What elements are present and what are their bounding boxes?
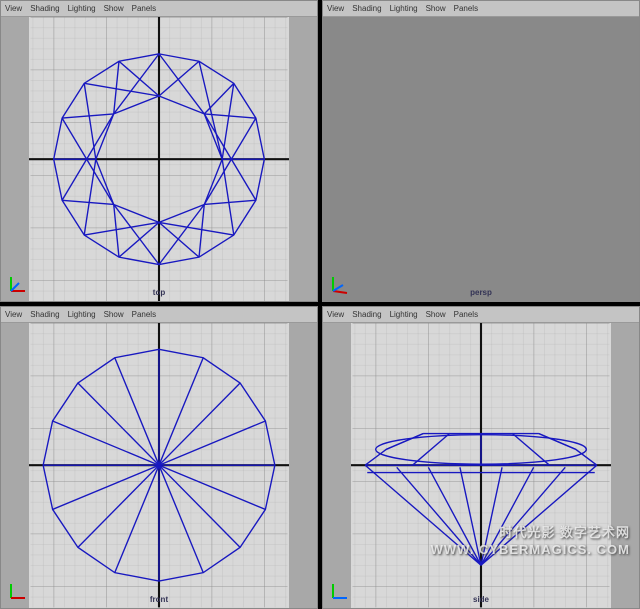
menu-lighting[interactable]: Lighting [390, 310, 418, 319]
menu-lighting[interactable]: Lighting [68, 4, 96, 13]
menu-show[interactable]: Show [426, 310, 446, 319]
axis-gizmo-icon [7, 578, 31, 602]
viewport-persp-canvas[interactable]: persp [323, 17, 639, 301]
viewport-label: top [153, 288, 165, 297]
viewport-quad: View Shading Lighting Show Panels [0, 0, 640, 589]
menu-panels[interactable]: Panels [132, 4, 156, 13]
menu-view[interactable]: View [5, 4, 22, 13]
viewport-label: persp [470, 288, 492, 297]
menu-view[interactable]: View [5, 310, 22, 319]
viewport-front-menu: View Shading Lighting Show Panels [1, 307, 317, 323]
viewport-side-menu: View Shading Lighting Show Panels [323, 307, 639, 323]
axis-gizmo-icon [329, 578, 353, 602]
menu-show[interactable]: Show [104, 310, 124, 319]
viewport-label: side [473, 595, 489, 604]
gutter-left [323, 323, 351, 607]
menu-lighting[interactable]: Lighting [390, 4, 418, 13]
viewport-side: View Shading Lighting Show Panels [322, 306, 640, 608]
menu-shading[interactable]: Shading [352, 4, 381, 13]
viewport-label: front [150, 595, 168, 604]
axis-gizmo-icon [329, 271, 353, 295]
viewport-persp: View Shading Lighting Show Panels [322, 0, 640, 302]
menu-shading[interactable]: Shading [30, 4, 59, 13]
menu-lighting[interactable]: Lighting [68, 310, 96, 319]
viewport-front: View Shading Lighting Show Panels [0, 306, 318, 608]
perspective-background [323, 17, 639, 301]
menu-show[interactable]: Show [426, 4, 446, 13]
gutter-right [289, 17, 317, 301]
axis-gizmo-icon [7, 271, 31, 295]
viewport-top: View Shading Lighting Show Panels [0, 0, 318, 302]
viewport-top-canvas[interactable]: top [1, 17, 317, 301]
menu-panels[interactable]: Panels [454, 310, 478, 319]
menu-view[interactable]: View [327, 310, 344, 319]
viewport-side-canvas[interactable]: side [323, 323, 639, 607]
gutter-left [1, 17, 29, 301]
menu-shading[interactable]: Shading [352, 310, 381, 319]
menu-view[interactable]: View [327, 4, 344, 13]
viewport-front-canvas[interactable]: front [1, 323, 317, 607]
menu-panels[interactable]: Panels [454, 4, 478, 13]
gutter-right [289, 323, 317, 607]
viewport-persp-menu: View Shading Lighting Show Panels [323, 1, 639, 17]
top-view-svg [1, 17, 317, 301]
gutter-left [1, 323, 29, 607]
menu-panels[interactable]: Panels [132, 310, 156, 319]
side-view-svg [323, 323, 639, 607]
front-view-svg [1, 323, 317, 607]
viewport-top-menu: View Shading Lighting Show Panels [1, 1, 317, 17]
menu-show[interactable]: Show [104, 4, 124, 13]
gutter-right [611, 323, 639, 607]
menu-shading[interactable]: Shading [30, 310, 59, 319]
